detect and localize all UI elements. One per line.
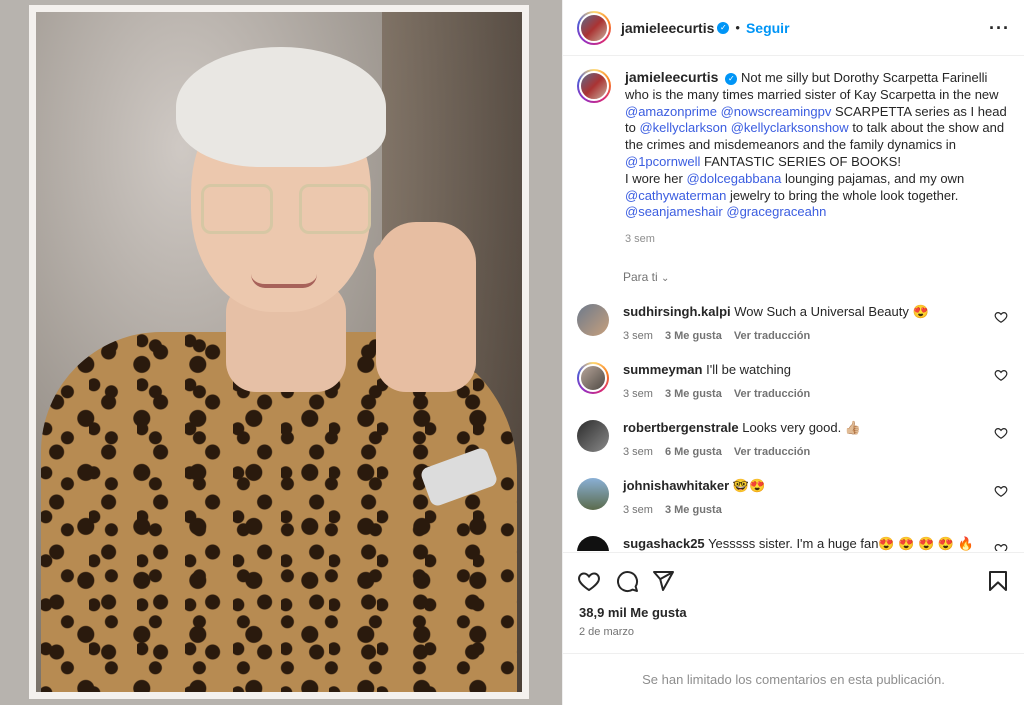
comment-likes[interactable]: 3 Me gusta	[665, 388, 722, 400]
photo-frame	[29, 5, 529, 699]
mention-link[interactable]: @kellyclarkson	[639, 120, 727, 135]
author-avatar[interactable]	[577, 10, 611, 45]
action-bar	[563, 552, 1024, 605]
bookmark-icon[interactable]	[986, 569, 1010, 593]
see-translation-link[interactable]: Ver traducción	[734, 446, 810, 458]
separator-dot: •	[735, 20, 740, 35]
heart-icon[interactable]	[994, 542, 1008, 551]
comments-scroll-area[interactable]: jamieleecurtis ✓ Not me silly but Dorothy…	[563, 57, 1024, 551]
comments-limited-notice: Se han limitado los comentarios en esta …	[563, 653, 1024, 705]
comment-item: sudhirsingh.kalpi Wow Such a Universal B…	[577, 300, 1010, 342]
mention-link[interactable]: @cathywaterman	[625, 188, 726, 203]
comment-username[interactable]: johnishawhitaker	[623, 478, 729, 493]
post-photo	[36, 12, 522, 692]
comment-username[interactable]: sugashack25	[623, 536, 705, 551]
comment-text: Looks very good. 👍🏼	[742, 419, 862, 435]
see-translation-link[interactable]: Ver traducción	[734, 330, 810, 342]
heart-icon[interactable]	[994, 310, 1008, 324]
mention-link[interactable]: @kellyclarksonshow	[731, 120, 849, 135]
heart-icon[interactable]	[994, 426, 1008, 440]
commenter-avatar[interactable]	[577, 477, 609, 510]
comment-time[interactable]: 3 sem	[623, 330, 653, 342]
comment-icon[interactable]	[615, 569, 639, 593]
comment-item: johnishawhitaker 🤓😍 3 sem 3 Me gusta	[577, 474, 1010, 516]
mention-link[interactable]: @gracegraceahn	[726, 204, 826, 219]
comment-username[interactable]: summeyman	[623, 362, 702, 377]
heart-icon[interactable]	[994, 484, 1008, 498]
chevron-down-icon: ⌄	[661, 272, 670, 284]
caption-text: I wore her	[625, 170, 683, 186]
mention-link[interactable]: @1pcornwell	[625, 154, 700, 169]
commenter-avatar[interactable]	[577, 535, 609, 551]
commenter-avatar[interactable]	[577, 303, 609, 336]
comment-time[interactable]: 3 sem	[623, 446, 653, 458]
comment-time[interactable]: 3 sem	[623, 388, 653, 400]
caption-avatar[interactable]	[577, 69, 611, 103]
comment-text: Wow Such a Universal Beauty 😍	[734, 303, 929, 319]
comment-item: robertbergenstrale Looks very good. 👍🏼 3…	[577, 416, 1010, 458]
comment-item: sugashack25 Yesssss sister. I'm a huge f…	[577, 532, 1010, 551]
for-you-sort[interactable]: Para ti ⌄	[623, 270, 1010, 284]
comment-username[interactable]: sudhirsingh.kalpi	[623, 304, 731, 319]
comment-item: summeyman I'll be watching 3 sem 3 Me gus…	[577, 358, 1010, 400]
verified-badge-icon: ✓	[725, 72, 738, 85]
comment-text: 🤓😍	[732, 477, 766, 493]
mention-link[interactable]: @seanjameshair	[625, 204, 723, 219]
post-sidebar: jamieleecurtis ✓ • Seguir ··· jamieleecu…	[562, 0, 1024, 705]
caption-text: FANTASTIC SERIES OF BOOKS!	[703, 153, 901, 169]
more-options-icon[interactable]: ···	[989, 18, 1010, 39]
post-header: jamieleecurtis ✓ • Seguir ···	[563, 0, 1024, 56]
caption-username[interactable]: jamieleecurtis	[625, 69, 718, 85]
likes-count[interactable]: 38,9 mil Me gusta	[579, 605, 687, 620]
caption-text: jewelry to bring the whole look together…	[729, 187, 959, 203]
caption-text: lounging pajamas, and my own	[784, 170, 965, 186]
post-media[interactable]	[0, 0, 562, 705]
commenter-avatar[interactable]	[577, 361, 609, 394]
author-username[interactable]: jamieleecurtis	[621, 20, 714, 36]
mention-link[interactable]: @amazonprime	[625, 104, 717, 119]
comment-likes[interactable]: 3 Me gusta	[665, 330, 722, 342]
commenter-avatar[interactable]	[577, 419, 609, 452]
comment-time[interactable]: 3 sem	[623, 504, 653, 516]
see-translation-link[interactable]: Ver traducción	[734, 388, 810, 400]
comment-text: I'll be watching	[706, 361, 791, 377]
heart-icon[interactable]	[577, 569, 601, 593]
for-you-label: Para ti	[623, 269, 658, 284]
mention-link[interactable]: @dolcegabbana	[686, 171, 781, 186]
post-date[interactable]: 2 de marzo	[579, 626, 634, 638]
post-caption: jamieleecurtis ✓ Not me silly but Dorothy…	[577, 69, 1010, 248]
comment-text: Yesssss sister. I'm a huge fan😍 😍 😍 😍 🔥	[708, 535, 974, 551]
mention-link[interactable]: @nowscreamingpv	[721, 104, 832, 119]
comment-username[interactable]: robertbergenstrale	[623, 420, 739, 435]
comment-likes[interactable]: 3 Me gusta	[665, 504, 722, 516]
comment-likes[interactable]: 6 Me gusta	[665, 446, 722, 458]
verified-badge-icon: ✓	[717, 21, 730, 34]
follow-button[interactable]: Seguir	[746, 20, 790, 36]
send-icon[interactable]	[651, 569, 675, 593]
heart-icon[interactable]	[994, 368, 1008, 382]
caption-timestamp[interactable]: 3 sem	[625, 231, 1010, 248]
